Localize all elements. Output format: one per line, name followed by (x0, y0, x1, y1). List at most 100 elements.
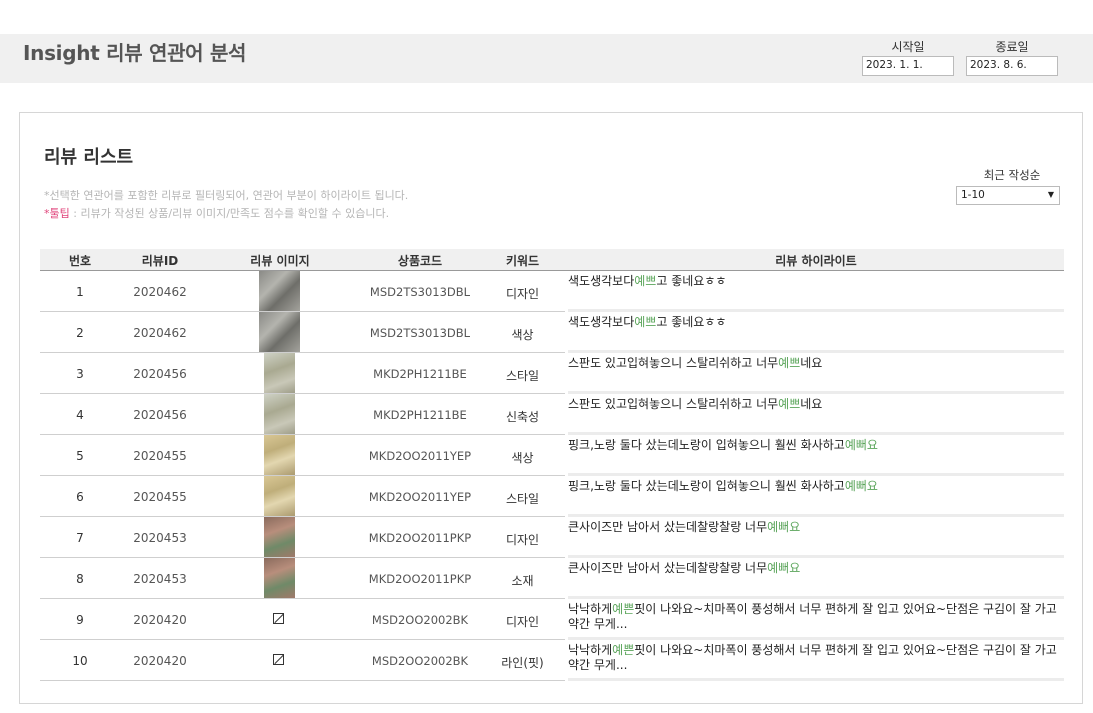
cell-review-highlight: 스판도 있고입혀놓으니 스탈리쉬하고 너무예쁘네요 (568, 397, 1064, 433)
column-header-code[interactable]: 상품코드 (360, 252, 480, 269)
cell-review-image (200, 394, 360, 435)
cell-product-code: MSD2TS3013DBL (369, 285, 471, 299)
table-row[interactable]: 1 2020462 MSD2TS3013DBL 디자인 색도생각보다예쁘고 좋네요ㅎㅎ (40, 271, 1064, 312)
cell-review-highlight: 스판도 있고입혀놓으니 스탈리쉬하고 너무예쁘네요 (568, 356, 1064, 392)
review-highlight-word: 예뻐요 (844, 438, 878, 452)
cell-num: 5 (76, 449, 84, 463)
review-image-thumbnail[interactable] (259, 271, 300, 312)
review-image-thumbnail[interactable] (264, 517, 295, 558)
table-row[interactable]: 2 2020462 MSD2TS3013DBL 색상 색도생각보다예쁘고 좋네요ㅎㅎ (40, 312, 1064, 353)
review-text: 낙낙하게 (568, 643, 613, 657)
review-image-thumbnail[interactable] (264, 476, 295, 517)
review-highlight-word: 예쁘 (778, 356, 801, 370)
cell-keyword: 소재 (511, 574, 534, 588)
review-image-thumbnail[interactable] (259, 312, 300, 353)
cell-keyword: 스타일 (505, 369, 540, 383)
cell-keyword: 디자인 (505, 533, 540, 547)
cell-product-code: MKD2PH1211BE (373, 408, 467, 422)
header-bar: Insight 리뷰 연관어 분석 시작일 2023. 1. 1. 종료일 20… (0, 34, 1093, 83)
column-header-keyword[interactable]: 키워드 (480, 252, 565, 269)
column-header-num[interactable]: 번호 (40, 252, 120, 269)
cell-num: 9 (76, 613, 84, 627)
column-header-id[interactable]: 리뷰ID (120, 252, 200, 269)
cell-num: 3 (76, 367, 84, 381)
end-date-label: 종료일 (995, 40, 1029, 54)
cell-review-image (200, 476, 360, 517)
sort-select[interactable]: 1-10 ▼ (956, 186, 1060, 205)
review-highlight-word: 예쁜 (612, 643, 635, 657)
review-text: 핑크,노랑 둘다 샀는데노랑이 입혀놓으니 훨씬 화사하고 (568, 438, 845, 452)
cell-review-id: 2020456 (133, 367, 187, 381)
tooltip-note: *툴팁 : 리뷰가 작성된 상품/리뷰 이미지/만족도 점수를 확인할 수 있습… (44, 205, 389, 221)
cell-review-image (200, 558, 360, 599)
review-text: 큰사이즈만 남아서 샀는데찰랑찰랑 너무 (568, 520, 768, 534)
review-text: 네요 (800, 356, 823, 370)
start-date-input[interactable]: 2023. 1. 1. (862, 56, 954, 76)
review-text: 스판도 있고입혀놓으니 스탈리쉬하고 너무 (568, 397, 779, 411)
cell-keyword: 디자인 (505, 287, 540, 301)
cell-review-image (200, 599, 360, 640)
sort-label: 최근 작성순 (983, 168, 1041, 182)
row-divider (568, 678, 1064, 681)
table-row[interactable]: 6 2020455 MKD2OO2011YEP 스타일 핑크,노랑 둘다 샀는데노랑이 … (40, 476, 1064, 517)
table-body: 1 2020462 MSD2TS3013DBL 디자인 색도생각보다예쁘고 좋네요ㅎㅎ 2… (40, 271, 1064, 681)
review-image-thumbnail[interactable] (264, 394, 295, 435)
review-text: 핑크,노랑 둘다 샀는데노랑이 입혀놓으니 훨씬 화사하고 (568, 479, 845, 493)
cell-product-code: MKD2OO2011YEP (368, 490, 472, 504)
table-row[interactable]: 7 2020453 MKD2OO2011PKP 디자인 큰사이즈만 남아서 샀는데찰랑찰… (40, 517, 1064, 558)
review-text: 핏이 나와요~치마폭이 풍성해서 너무 편하게 잘 입고 있어요~단점은 구김이… (568, 643, 1057, 672)
table-row[interactable]: 5 2020455 MKD2OO2011YEP 색상 핑크,노랑 둘다 샀는데노랑이 입… (40, 435, 1064, 476)
tooltip-note-text: : 리뷰가 작성된 상품/리뷰 이미지/만족도 점수를 확인할 수 있습니다. (69, 207, 390, 220)
cell-product-code: MSD2OO2002BK (371, 654, 469, 668)
end-date-input[interactable]: 2023. 8. 6. (966, 56, 1058, 76)
cell-review-id: 2020453 (133, 572, 187, 586)
column-header-image[interactable]: 리뷰 이미지 (200, 252, 360, 269)
broken-image-icon (273, 654, 284, 665)
review-image-thumbnail[interactable] (264, 558, 295, 599)
cell-review-highlight: 큰사이즈만 남아서 샀는데찰랑찰랑 너무예뻐요 (568, 561, 1064, 597)
cell-review-image (200, 312, 360, 353)
review-text: 스판도 있고입혀놓으니 스탈리쉬하고 너무 (568, 356, 779, 370)
panel-title: 리뷰 리스트 (44, 147, 134, 168)
cell-keyword: 스타일 (505, 492, 540, 506)
row-divider (40, 680, 565, 681)
review-highlight-word: 예뻐요 (767, 561, 801, 575)
review-image-thumbnail[interactable] (264, 353, 295, 394)
tooltip-word: 툴팁 (49, 207, 70, 220)
review-image-thumbnail[interactable] (264, 435, 295, 476)
cell-num: 4 (76, 408, 84, 422)
cell-num: 10 (72, 654, 88, 668)
sort-group: 최근 작성순 1-10 ▼ (956, 167, 1060, 205)
column-header-highlight[interactable]: 리뷰 하이라이트 (568, 252, 1064, 269)
table-row[interactable]: 8 2020453 MKD2OO2011PKP 소재 큰사이즈만 남아서 샀는데찰랑찰랑… (40, 558, 1064, 599)
cell-review-image (200, 435, 360, 476)
table-row[interactable]: 9 2020420 MSD2OO2002BK 디자인 낙낙하게예쁜핏이 나와요~치마폭이… (40, 599, 1064, 640)
cell-review-highlight: 색도생각보다예쁘고 좋네요ㅎㅎ (568, 274, 1064, 310)
cell-keyword: 색상 (511, 328, 534, 342)
cell-num: 2 (76, 326, 84, 340)
cell-keyword: 라인(핏) (501, 656, 544, 670)
end-date-group: 종료일 2023. 8. 6. (966, 40, 1058, 76)
cell-review-id: 2020453 (133, 531, 187, 545)
review-highlight-word: 예쁜 (612, 602, 635, 616)
cell-review-highlight: 낙낙하게예쁜핏이 나와요~치마폭이 풍성해서 너무 편하게 잘 입고 있어요~단… (568, 643, 1064, 679)
review-text: 고 좋네요ㅎㅎ (656, 274, 727, 288)
page-title: Insight 리뷰 연관어 분석 (23, 41, 247, 65)
cell-review-highlight: 낙낙하게예쁜핏이 나와요~치마폭이 풍성해서 너무 편하게 잘 입고 있어요~단… (568, 602, 1064, 638)
table-row[interactable]: 10 2020420 MSD2OO2002BK 라인(핏) 낙낙하게예쁜핏이 나와요~치… (40, 640, 1064, 681)
cell-product-code: MSD2TS3013DBL (369, 326, 471, 340)
cell-num: 1 (76, 285, 84, 299)
review-highlight-word: 예뻐요 (767, 520, 801, 534)
cell-num: 8 (76, 572, 84, 586)
review-highlight-word: 예뻐요 (844, 479, 878, 493)
cell-keyword: 색상 (511, 451, 534, 465)
cell-review-id: 2020462 (133, 285, 187, 299)
table-row[interactable]: 3 2020456 MKD2PH1211BE 스타일 스판도 있고입혀놓으니 스탈리쉬하… (40, 353, 1064, 394)
cell-review-id: 2020420 (133, 654, 187, 668)
table-row[interactable]: 4 2020456 MKD2PH1211BE 신축성 스판도 있고입혀놓으니 스탈리쉬하… (40, 394, 1064, 435)
review-text: 색도생각보다 (568, 274, 635, 288)
chevron-down-icon: ▼ (1047, 190, 1054, 199)
cell-review-highlight: 핑크,노랑 둘다 샀는데노랑이 입혀놓으니 훨씬 화사하고예뻐요 (568, 479, 1064, 515)
review-text: 네요 (800, 397, 823, 411)
review-table: 번호 리뷰ID 리뷰 이미지 상품코드 키워드 리뷰 하이라이트 1 202046… (40, 249, 1064, 681)
